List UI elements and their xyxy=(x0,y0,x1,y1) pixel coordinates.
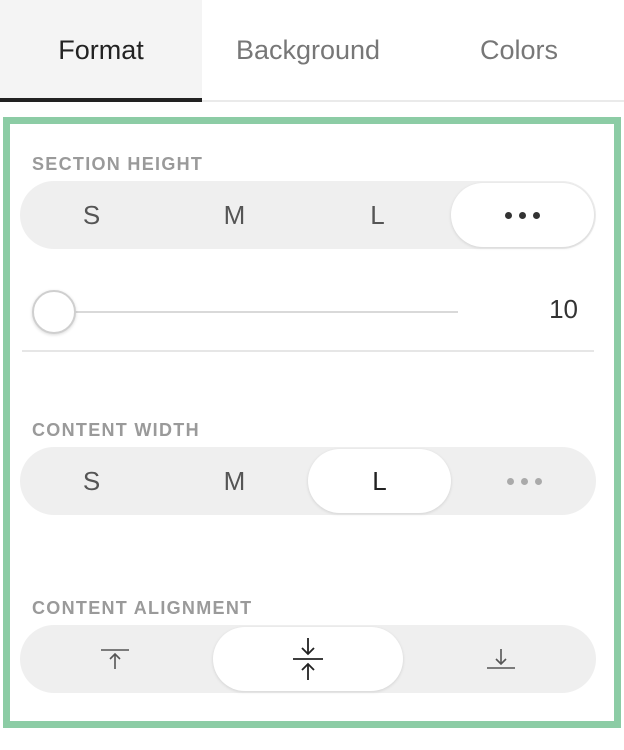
slider-track xyxy=(52,311,458,313)
tab-colors[interactable]: Colors xyxy=(414,0,624,100)
align-top-button[interactable] xyxy=(20,625,211,693)
align-bottom-button[interactable] xyxy=(405,625,596,693)
content-width-s-button[interactable]: S xyxy=(20,447,163,515)
more-dots-icon xyxy=(507,477,542,485)
tab-bar: Format Background Colors xyxy=(0,0,624,102)
divider xyxy=(22,350,594,352)
section-height-l-button[interactable]: L xyxy=(306,181,449,249)
content-width-l-button[interactable]: L xyxy=(308,449,451,513)
align-bottom-icon xyxy=(485,647,517,671)
section-height-s-button[interactable]: S xyxy=(20,181,163,249)
align-middle-button[interactable] xyxy=(212,627,404,691)
tab-background[interactable]: Background xyxy=(202,0,414,100)
section-height-m-button[interactable]: M xyxy=(163,181,306,249)
align-top-icon xyxy=(99,647,131,671)
align-middle-icon xyxy=(291,637,325,681)
content-width-more-button[interactable] xyxy=(453,447,596,515)
content-alignment-label: CONTENT ALIGNMENT xyxy=(32,598,253,618)
content-alignment-selector xyxy=(20,625,596,693)
content-width-selector: S M L xyxy=(20,447,596,515)
section-height-slider[interactable] xyxy=(32,290,458,334)
content-width-label: CONTENT WIDTH xyxy=(32,420,200,440)
content-width-m-button[interactable]: M xyxy=(163,447,306,515)
slider-thumb[interactable] xyxy=(32,290,76,334)
section-height-more-button[interactable] xyxy=(451,183,594,247)
section-height-selector: S M L xyxy=(20,181,596,249)
more-dots-icon xyxy=(505,211,540,219)
format-panel: SECTION HEIGHT S M L 10 CONTENT WIDTH S … xyxy=(3,117,621,728)
tab-format[interactable]: Format xyxy=(0,0,202,102)
section-height-value: 10 xyxy=(549,294,578,324)
section-height-label: SECTION HEIGHT xyxy=(32,154,204,174)
